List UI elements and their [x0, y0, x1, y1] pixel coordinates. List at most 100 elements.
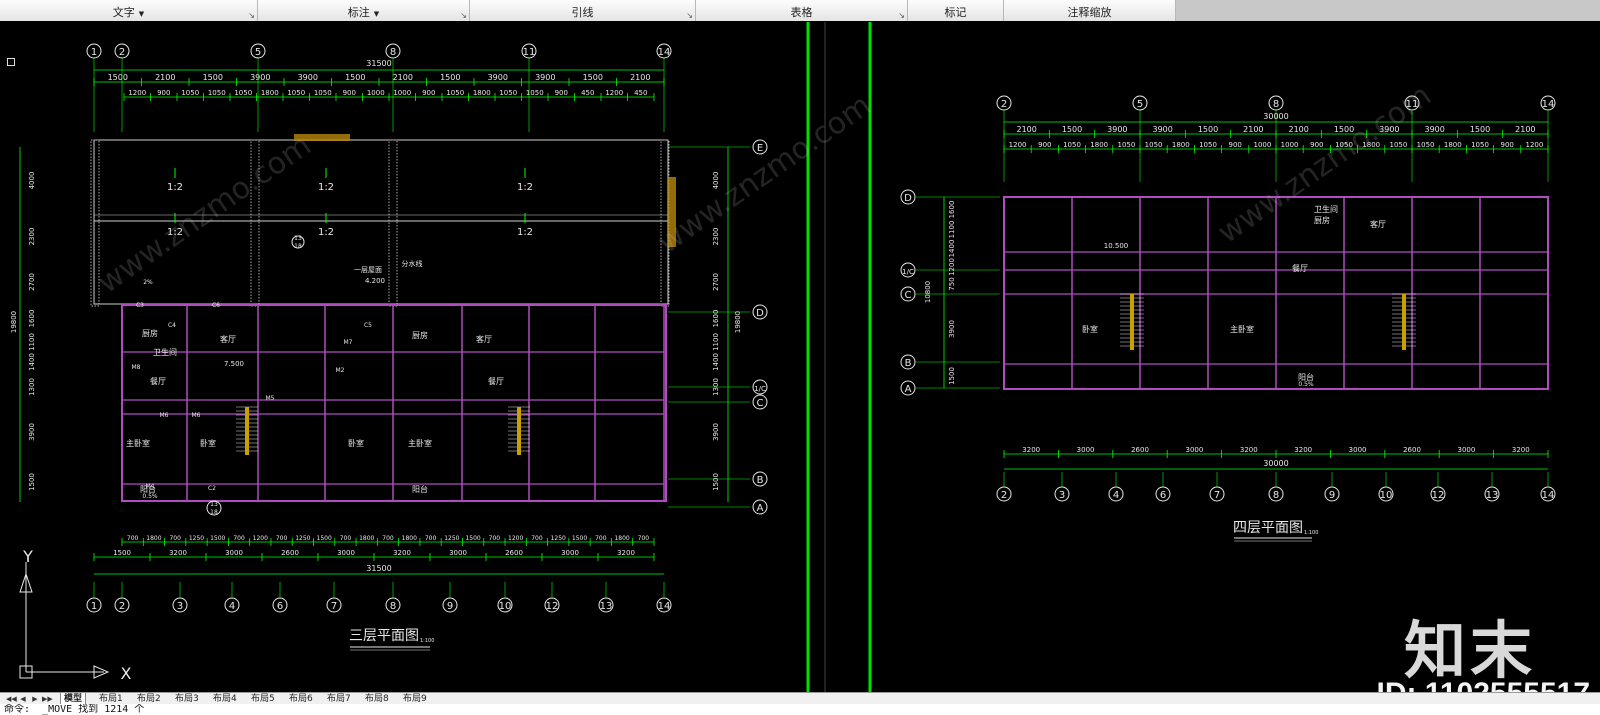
dialog-launcher-icon[interactable]: ↘	[460, 11, 467, 20]
top-dim-value: 3900	[535, 73, 555, 82]
bottom-detail-dim-value: 1500	[317, 535, 332, 542]
vertical-dim-left: 4000	[28, 172, 36, 190]
ribbon-panel-annotation-scaling[interactable]: 注释缩放	[1004, 0, 1176, 21]
bottom-detail-dim-value: 1200	[253, 535, 268, 542]
cad-drawing[interactable]: 315001500 2100 1500 3900 3900 1500 2100 1500 390…	[0, 22, 1600, 692]
top-dim-value: 1500	[1470, 125, 1490, 134]
plan-title: 三层平面图	[349, 628, 419, 644]
detail-dim-value: 1000	[1253, 141, 1271, 149]
vertical-dim-left: 2300	[28, 228, 36, 246]
detail-dim-value: 1000	[367, 89, 385, 97]
detail-dim-value: 1050	[287, 89, 305, 97]
axis-bubble-left-label: C	[905, 290, 912, 301]
detail-dim-value: 900	[1038, 141, 1051, 149]
dialog-launcher-icon[interactable]: ↘	[898, 11, 905, 20]
room-label: 主卧室	[1230, 324, 1254, 334]
axis-bubble-top-label: 11	[523, 47, 536, 58]
ribbon-panel-text[interactable]: 文字 ▼ ↘	[0, 0, 258, 21]
drawing-canvas[interactable]: 31500 1500 2100 1500 3900 3900 1500 2100 1500 390…	[0, 22, 1600, 710]
elevation: 7.500	[224, 360, 244, 368]
axis-bubble-left-label: 1/C	[902, 268, 914, 276]
axis-bubble-bottom-label: 10	[499, 601, 512, 612]
axis-bubble-right-label: 1/C	[754, 385, 766, 393]
chevron-down-icon[interactable]: ▼	[139, 10, 144, 18]
bottom-detail-dim-value: 1500	[210, 535, 225, 542]
vertical-dim-left: 1600	[28, 310, 36, 328]
annotation: 一层屋面	[354, 266, 382, 274]
bottom-detail-dim-value: 1800	[146, 535, 161, 542]
stair-rail	[517, 407, 521, 455]
door-tag: M6	[160, 412, 169, 419]
bottom-dim-value: 2600	[505, 549, 523, 557]
ucs-y-label: Y	[22, 547, 33, 566]
axis-bubble-bottom-label: 12	[546, 601, 559, 612]
bottom-detail-dim-value: 700	[531, 535, 543, 542]
bottom-detail-dim-value: 700	[595, 535, 607, 542]
bottom-dim-value: 3000	[1457, 446, 1475, 454]
prev-tab-icon[interactable]: ◀	[18, 694, 28, 704]
first-tab-icon[interactable]: ◀◀	[6, 694, 17, 704]
layout-tab-bar: ◀◀ ◀ ▶ ▶▶ 模型 布局1 布局2 布局3 布局4 布局5 布局6 布局7…	[0, 692, 1600, 705]
bottom-detail-dim-value: 700	[382, 535, 394, 542]
detail-dim-value: 900	[1501, 141, 1514, 149]
axis-bubble-bottom-label: 3	[1059, 490, 1065, 501]
top-dim-value: 2100	[1243, 125, 1263, 134]
detail-dim-value: 900	[555, 89, 568, 97]
roof-slope-label: 1:2	[517, 227, 533, 238]
overall-dim-bottom: 31500	[366, 564, 391, 573]
axis-bubble-bottom-label: 6	[277, 601, 283, 612]
ribbon-empty-area	[1176, 0, 1600, 21]
dialog-launcher-icon[interactable]: ↘	[686, 11, 693, 20]
dialog-launcher-icon[interactable]: ↘	[248, 11, 255, 20]
axis-bubble-bottom-label: 13	[1486, 490, 1499, 501]
vertical-dim-left: 1500	[948, 367, 956, 385]
roof-slope-label: 1:2	[517, 182, 533, 193]
bottom-detail-dim-value: 1250	[295, 535, 310, 542]
axis-bubble-top-label: 1	[91, 47, 97, 58]
ribbon-panel-bar: 文字 ▼ ↘ 标注 ▼ ↘ 引线 ↘ 表格 ↘ 标记 注释缩放	[0, 0, 1600, 21]
detail-dim-value: 1050	[446, 89, 464, 97]
next-tab-icon[interactable]: ▶	[30, 694, 40, 704]
top-dim-value: 2100	[1288, 125, 1308, 134]
plan-scale: 1:100	[420, 638, 434, 644]
bottom-detail-dim-value: 1500	[465, 535, 480, 542]
overall-dim-bottom: 30000	[1263, 459, 1288, 468]
command-line[interactable]: 命令: _MOVE 找到 1214 个	[0, 704, 1600, 715]
ribbon-panel-markup[interactable]: 标记	[908, 0, 1004, 21]
ribbon-panel-leader[interactable]: 引线 ↘	[470, 0, 696, 21]
room-label: 客厅	[476, 334, 492, 344]
axis-bubble-bottom-label: 7	[1214, 490, 1220, 501]
bottom-detail-dim-value: 700	[233, 535, 245, 542]
detail-dim-value: 1800	[1090, 141, 1108, 149]
room-label: 餐厅	[1292, 264, 1308, 273]
detail-dim-value: 1800	[1172, 141, 1190, 149]
bottom-dim-value: 3000	[225, 549, 243, 557]
door-tag: M5	[266, 395, 275, 402]
ribbon-panel-dimension[interactable]: 标注 ▼ ↘	[258, 0, 470, 21]
chevron-down-icon[interactable]: ▼	[374, 10, 379, 18]
bottom-detail-dim-value: 700	[127, 535, 139, 542]
window-tag: C4	[168, 322, 176, 329]
fourth-floor-plan: 2 5 8 11 14300002100 1500 3900 3900 1500 2100 2100…	[900, 95, 1556, 542]
ribbon-panel-annotation-scaling-label: 注释缩放	[1067, 6, 1112, 19]
room-label: 餐厅	[488, 377, 504, 386]
bottom-dim-value: 3000	[1077, 446, 1095, 454]
vertical-dim-left: 1100	[948, 221, 956, 239]
detail-dim-value: 1200	[1009, 141, 1027, 149]
axis-bubble-left-label: B	[905, 358, 912, 369]
detail-num: 13	[294, 235, 302, 242]
bottom-dim-value: 1500	[113, 549, 131, 557]
ribbon-panel-leader-label: 引线	[571, 6, 594, 19]
ribbon-panel-table[interactable]: 表格 ↘	[696, 0, 908, 21]
detail-dim-value: 1200	[605, 89, 623, 97]
roof-slope-label: 1:2	[167, 182, 183, 193]
bottom-dim-value: 3000	[1185, 446, 1203, 454]
ribbon-panel-dimension-label: 标注	[347, 6, 370, 19]
last-tab-icon[interactable]: ▶▶	[42, 694, 53, 704]
axis-bubble-top-label: 14	[1542, 99, 1555, 110]
top-dim-value: 1500	[1198, 125, 1218, 134]
top-dim-value: 2100	[630, 73, 650, 82]
parapet	[388, 139, 398, 307]
detail-dim-value: 1200	[1525, 141, 1543, 149]
bottom-detail-dim-value: 1800	[402, 535, 417, 542]
